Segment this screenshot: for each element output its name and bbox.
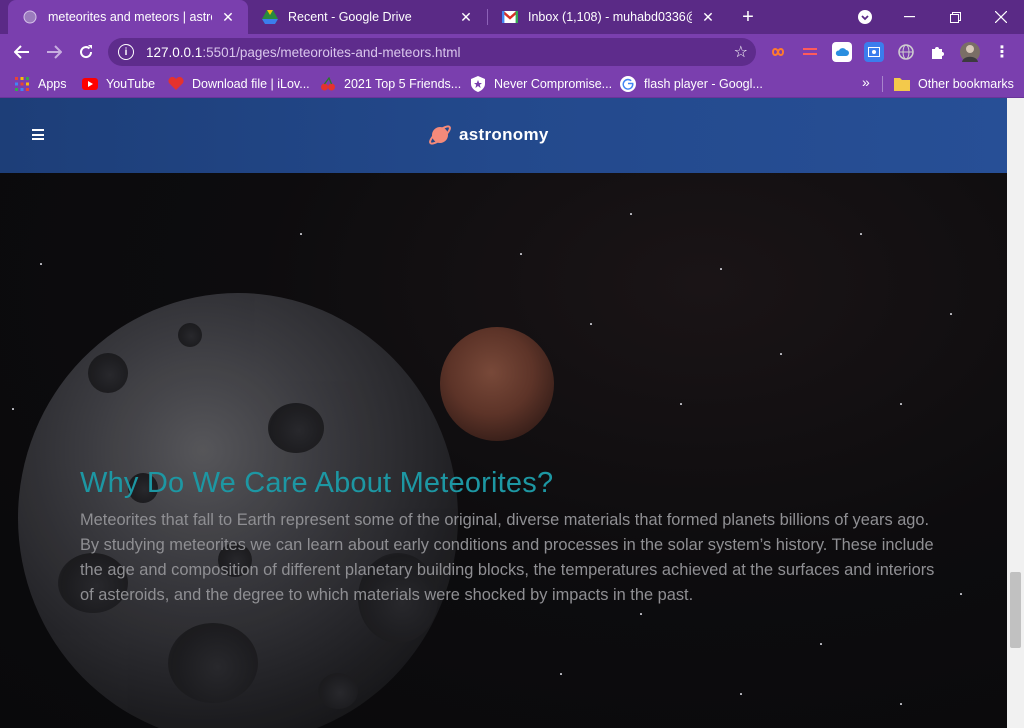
shield-icon bbox=[470, 76, 486, 92]
planet-logo-icon bbox=[429, 125, 451, 145]
hamburger-menu-icon[interactable] bbox=[32, 129, 44, 143]
back-button[interactable] bbox=[8, 38, 36, 66]
bookmark-youtube[interactable]: YouTube bbox=[82, 75, 155, 93]
close-window-button[interactable] bbox=[978, 0, 1024, 34]
tab-meteorites[interactable]: meteorites and meteors | astrono ✕ bbox=[8, 0, 248, 34]
close-tab-icon[interactable]: ✕ bbox=[458, 9, 474, 25]
bookmark-label: Apps bbox=[38, 77, 67, 91]
minimize-button[interactable] bbox=[886, 0, 932, 34]
address-bar[interactable]: i 127.0.0.1:5501/pages/meteoroites-and-m… bbox=[108, 38, 756, 66]
google-icon bbox=[620, 76, 636, 92]
close-tab-icon[interactable]: ✕ bbox=[220, 9, 236, 25]
arrow-right-icon bbox=[47, 45, 62, 59]
tab-search-button[interactable] bbox=[842, 0, 888, 34]
screen-extension-icon[interactable] bbox=[864, 42, 884, 62]
restore-icon bbox=[949, 11, 961, 23]
bookmark-apps[interactable]: Apps bbox=[14, 75, 67, 93]
chevron-down-icon bbox=[858, 10, 872, 24]
forward-button[interactable] bbox=[40, 38, 68, 66]
tab-google-drive[interactable]: Recent - Google Drive ✕ bbox=[248, 0, 486, 34]
vpn-globe-extension-icon[interactable] bbox=[896, 42, 916, 62]
restore-button[interactable] bbox=[932, 0, 978, 34]
section-paragraph: Meteorites that fall to Earth represent … bbox=[80, 511, 935, 604]
profile-avatar[interactable] bbox=[960, 42, 980, 62]
new-tab-button[interactable]: + bbox=[736, 5, 760, 29]
bookmark-flash-player[interactable]: flash player - Googl... bbox=[620, 75, 763, 93]
apps-grid-icon bbox=[14, 76, 30, 92]
bookmark-label: Never Compromise... bbox=[494, 77, 613, 91]
page-viewport: astronomy Why Do We Care About Meteorite… bbox=[0, 98, 1007, 728]
gmail-icon bbox=[502, 9, 518, 25]
infinity-extension-icon[interactable] bbox=[768, 42, 788, 62]
bookmarks-separator bbox=[882, 76, 883, 92]
site-brand[interactable]: astronomy bbox=[427, 122, 549, 148]
extensions-puzzle-icon[interactable] bbox=[928, 42, 948, 62]
bookmark-label: Download file | iLov... bbox=[192, 77, 310, 91]
reload-icon bbox=[80, 45, 93, 59]
tab-title: Inbox (1,108) - muhabd0336@gm bbox=[528, 10, 692, 24]
heart-icon bbox=[168, 76, 184, 92]
tab-title: Recent - Google Drive bbox=[288, 10, 412, 24]
hero-section: Why Do We Care About Meteorites? Meteori… bbox=[0, 173, 1007, 728]
bookmarks-overflow-button[interactable]: » bbox=[862, 74, 870, 90]
bookmark-top5-friends[interactable]: 2021 Top 5 Friends... bbox=[320, 75, 461, 93]
tab-strip: meteorites and meteors | astrono ✕ Recen… bbox=[0, 0, 1024, 34]
tab-gmail[interactable]: Inbox (1,108) - muhabd0336@gm ✕ bbox=[488, 0, 728, 34]
close-icon bbox=[995, 11, 1007, 23]
bookmark-label: Other bookmarks bbox=[918, 77, 1014, 91]
bookmark-never-compromise[interactable]: Never Compromise... bbox=[470, 75, 612, 93]
brand-name: astronomy bbox=[459, 125, 549, 144]
bookmark-star-icon[interactable]: ☆ bbox=[734, 42, 748, 62]
youtube-icon bbox=[82, 76, 98, 92]
browser-toolbar: i 127.0.0.1:5501/pages/meteoroites-and-m… bbox=[0, 34, 1024, 70]
planet-image bbox=[440, 327, 554, 441]
globe-icon bbox=[22, 9, 38, 25]
article-section: Why Do We Care About Meteorites? Meteori… bbox=[80, 466, 940, 608]
site-header: astronomy bbox=[0, 98, 1007, 173]
bookmark-label: flash player - Googl... bbox=[644, 77, 763, 91]
equals-extension-icon[interactable] bbox=[800, 42, 820, 62]
page-scrollbar[interactable] bbox=[1007, 98, 1024, 728]
folder-icon bbox=[894, 76, 910, 92]
url-text: 127.0.0.1:5501/pages/meteoroites-and-met… bbox=[146, 44, 461, 60]
reload-button[interactable] bbox=[72, 38, 100, 66]
bookmark-label: YouTube bbox=[106, 77, 156, 91]
section-heading: Why Do We Care About Meteorites? bbox=[80, 467, 554, 499]
minimize-icon bbox=[903, 16, 915, 18]
cloud-extension-icon[interactable] bbox=[832, 42, 852, 62]
bookmarks-bar: Apps YouTube Download file | iLov... 202… bbox=[0, 70, 1024, 98]
menu-kebab-icon[interactable]: ⋮ bbox=[992, 42, 1012, 62]
close-tab-icon[interactable]: ✕ bbox=[700, 9, 716, 25]
bookmark-label: 2021 Top 5 Friends... bbox=[344, 77, 462, 91]
bookmark-ilovepdf[interactable]: Download file | iLov... bbox=[168, 75, 310, 93]
info-icon[interactable]: i bbox=[118, 44, 134, 60]
scrollbar-thumb[interactable] bbox=[1010, 572, 1021, 648]
other-bookmarks-folder[interactable]: Other bookmarks bbox=[894, 75, 1014, 93]
tab-title: meteorites and meteors | astrono bbox=[48, 10, 212, 24]
arrow-left-icon bbox=[14, 45, 29, 59]
google-drive-icon bbox=[262, 9, 278, 25]
cherry-icon bbox=[320, 76, 336, 92]
